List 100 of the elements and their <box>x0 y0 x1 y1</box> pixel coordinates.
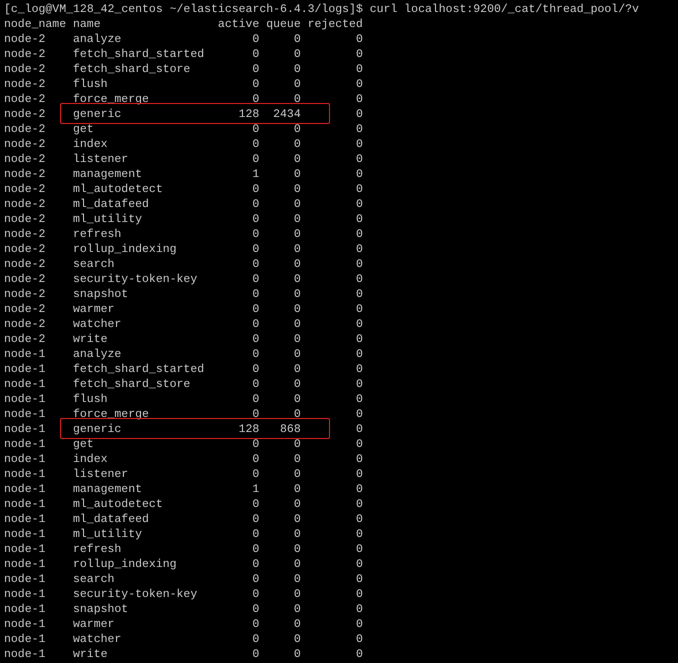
table-cell-text: node-1 <box>4 482 46 497</box>
table-cell-text: ml_autodetect <box>73 497 164 512</box>
table-cell-text: 0 <box>354 212 363 227</box>
table-cell-text: node-1 <box>4 542 46 557</box>
table-cell-text: force_merge <box>73 92 150 107</box>
table-cell-text: 0 <box>354 392 363 407</box>
table-cell-text: fetch_shard_store <box>73 62 192 77</box>
table-cell-text: 0 <box>292 167 301 182</box>
table-cell-text: ml_autodetect <box>73 182 164 197</box>
table-cell-text: 0 <box>251 272 260 287</box>
table-cell-text: write <box>73 647 109 662</box>
table-cell-text: 0 <box>354 587 363 602</box>
table-cell-text: 0 <box>251 137 260 152</box>
table-cell-text: 0 <box>251 287 260 302</box>
table-cell-text: 0 <box>354 422 363 437</box>
table-cell-text: security-token-key <box>73 272 198 287</box>
table-cell-text: 0 <box>354 32 363 47</box>
table-cell-text: node-1 <box>4 422 46 437</box>
table-cell-text: node-2 <box>4 317 46 332</box>
table-cell-text: node-1 <box>4 527 46 542</box>
table-cell-text: node-2 <box>4 77 46 92</box>
table-cell-text: 0 <box>251 602 260 617</box>
table-cell-text: 0 <box>251 242 260 257</box>
table-cell-text: 0 <box>354 302 363 317</box>
table-cell-text: 0 <box>354 497 363 512</box>
table-cell-text: 0 <box>292 557 301 572</box>
table-cell-text: 0 <box>354 632 363 647</box>
table-cell-text: 0 <box>292 197 301 212</box>
table-cell-text: node-1 <box>4 617 46 632</box>
table-cell-text: node-1 <box>4 497 46 512</box>
table-cell-text: 0 <box>354 122 363 137</box>
table-cell-text: 0 <box>292 77 301 92</box>
table-cell-text: 0 <box>354 437 363 452</box>
table-cell-text: 0 <box>292 347 301 362</box>
table-cell-text: ml_utility <box>73 212 144 227</box>
table-cell-text: 0 <box>292 587 301 602</box>
table-cell-text: management <box>73 167 144 182</box>
table-cell-text: node-1 <box>4 557 46 572</box>
table-cell-text: warmer <box>73 617 116 632</box>
table-cell-text: ml_utility <box>73 527 144 542</box>
table-cell-text: node-2 <box>4 257 46 272</box>
table-cell-text: 0 <box>354 242 363 257</box>
table-cell-text: 0 <box>292 362 301 377</box>
table-cell-text: 0 <box>354 62 363 77</box>
table-cell-text: 0 <box>354 77 363 92</box>
table-cell-text: node-1 <box>4 647 46 662</box>
table-cell-text: 0 <box>354 107 363 122</box>
table-cell-text: 0 <box>354 167 363 182</box>
table-cell-text: 0 <box>292 212 301 227</box>
table-cell-text: node-2 <box>4 272 46 287</box>
table-cell-text: node-1 <box>4 602 46 617</box>
table-cell-text: 2434 <box>272 107 301 122</box>
table-cell-text: 0 <box>354 92 363 107</box>
table-cell-text: node-1 <box>4 632 46 647</box>
table-cell-text: node-2 <box>4 152 46 167</box>
table-cell-text: 0 <box>251 197 260 212</box>
table-cell-text: node-2 <box>4 122 46 137</box>
table-cell-text: node-2 <box>4 92 46 107</box>
table-cell-text: node-2 <box>4 62 46 77</box>
column-header: active <box>218 17 260 32</box>
table-cell-text: search <box>73 257 116 272</box>
table-cell-text: 0 <box>354 512 363 527</box>
table-cell-text: 0 <box>354 197 363 212</box>
table-cell-text: analyze <box>73 32 122 47</box>
table-cell-text: 0 <box>251 122 260 137</box>
table-cell-text: 868 <box>279 422 301 437</box>
table-cell-text: 0 <box>354 137 363 152</box>
table-cell-text: 0 <box>292 392 301 407</box>
table-cell-text: 0 <box>251 617 260 632</box>
table-cell-text: node-2 <box>4 137 46 152</box>
table-cell-text: 0 <box>251 512 260 527</box>
table-cell-text: 0 <box>354 332 363 347</box>
table-cell-text: 0 <box>292 47 301 62</box>
table-cell-text: 0 <box>292 527 301 542</box>
table-cell-text: 0 <box>292 512 301 527</box>
table-cell-text: 0 <box>292 437 301 452</box>
table-cell-text: generic <box>73 422 122 437</box>
table-cell-text: 0 <box>354 257 363 272</box>
table-cell-text: 128 <box>238 107 260 122</box>
column-header: queue <box>265 17 301 32</box>
table-cell-text: 0 <box>292 497 301 512</box>
table-cell-text: generic <box>73 107 122 122</box>
table-cell-text: listener <box>73 467 130 482</box>
table-cell-text: index <box>73 452 109 467</box>
table-cell-text: 0 <box>251 317 260 332</box>
table-cell-text: ml_datafeed <box>73 197 150 212</box>
table-cell-text: node-1 <box>4 437 46 452</box>
table-cell-text: 0 <box>251 332 260 347</box>
table-cell-text: 0 <box>354 377 363 392</box>
table-cell-text: snapshot <box>73 602 130 617</box>
table-cell-text: 0 <box>354 227 363 242</box>
table-cell-text: node-2 <box>4 47 46 62</box>
command-line: [c_log@VM_128_42_centos ~/elasticsearch-6.4.3/logs]$ curl localhost:9200/_cat/thread_pool/?v <box>4 2 639 17</box>
table-cell-text: search <box>73 572 116 587</box>
table-cell-text: node-1 <box>4 452 46 467</box>
table-cell-text: 0 <box>292 317 301 332</box>
table-cell-text: node-1 <box>4 467 46 482</box>
column-header: rejected <box>306 17 363 32</box>
table-cell-text: 0 <box>251 572 260 587</box>
table-cell-text: node-2 <box>4 167 46 182</box>
